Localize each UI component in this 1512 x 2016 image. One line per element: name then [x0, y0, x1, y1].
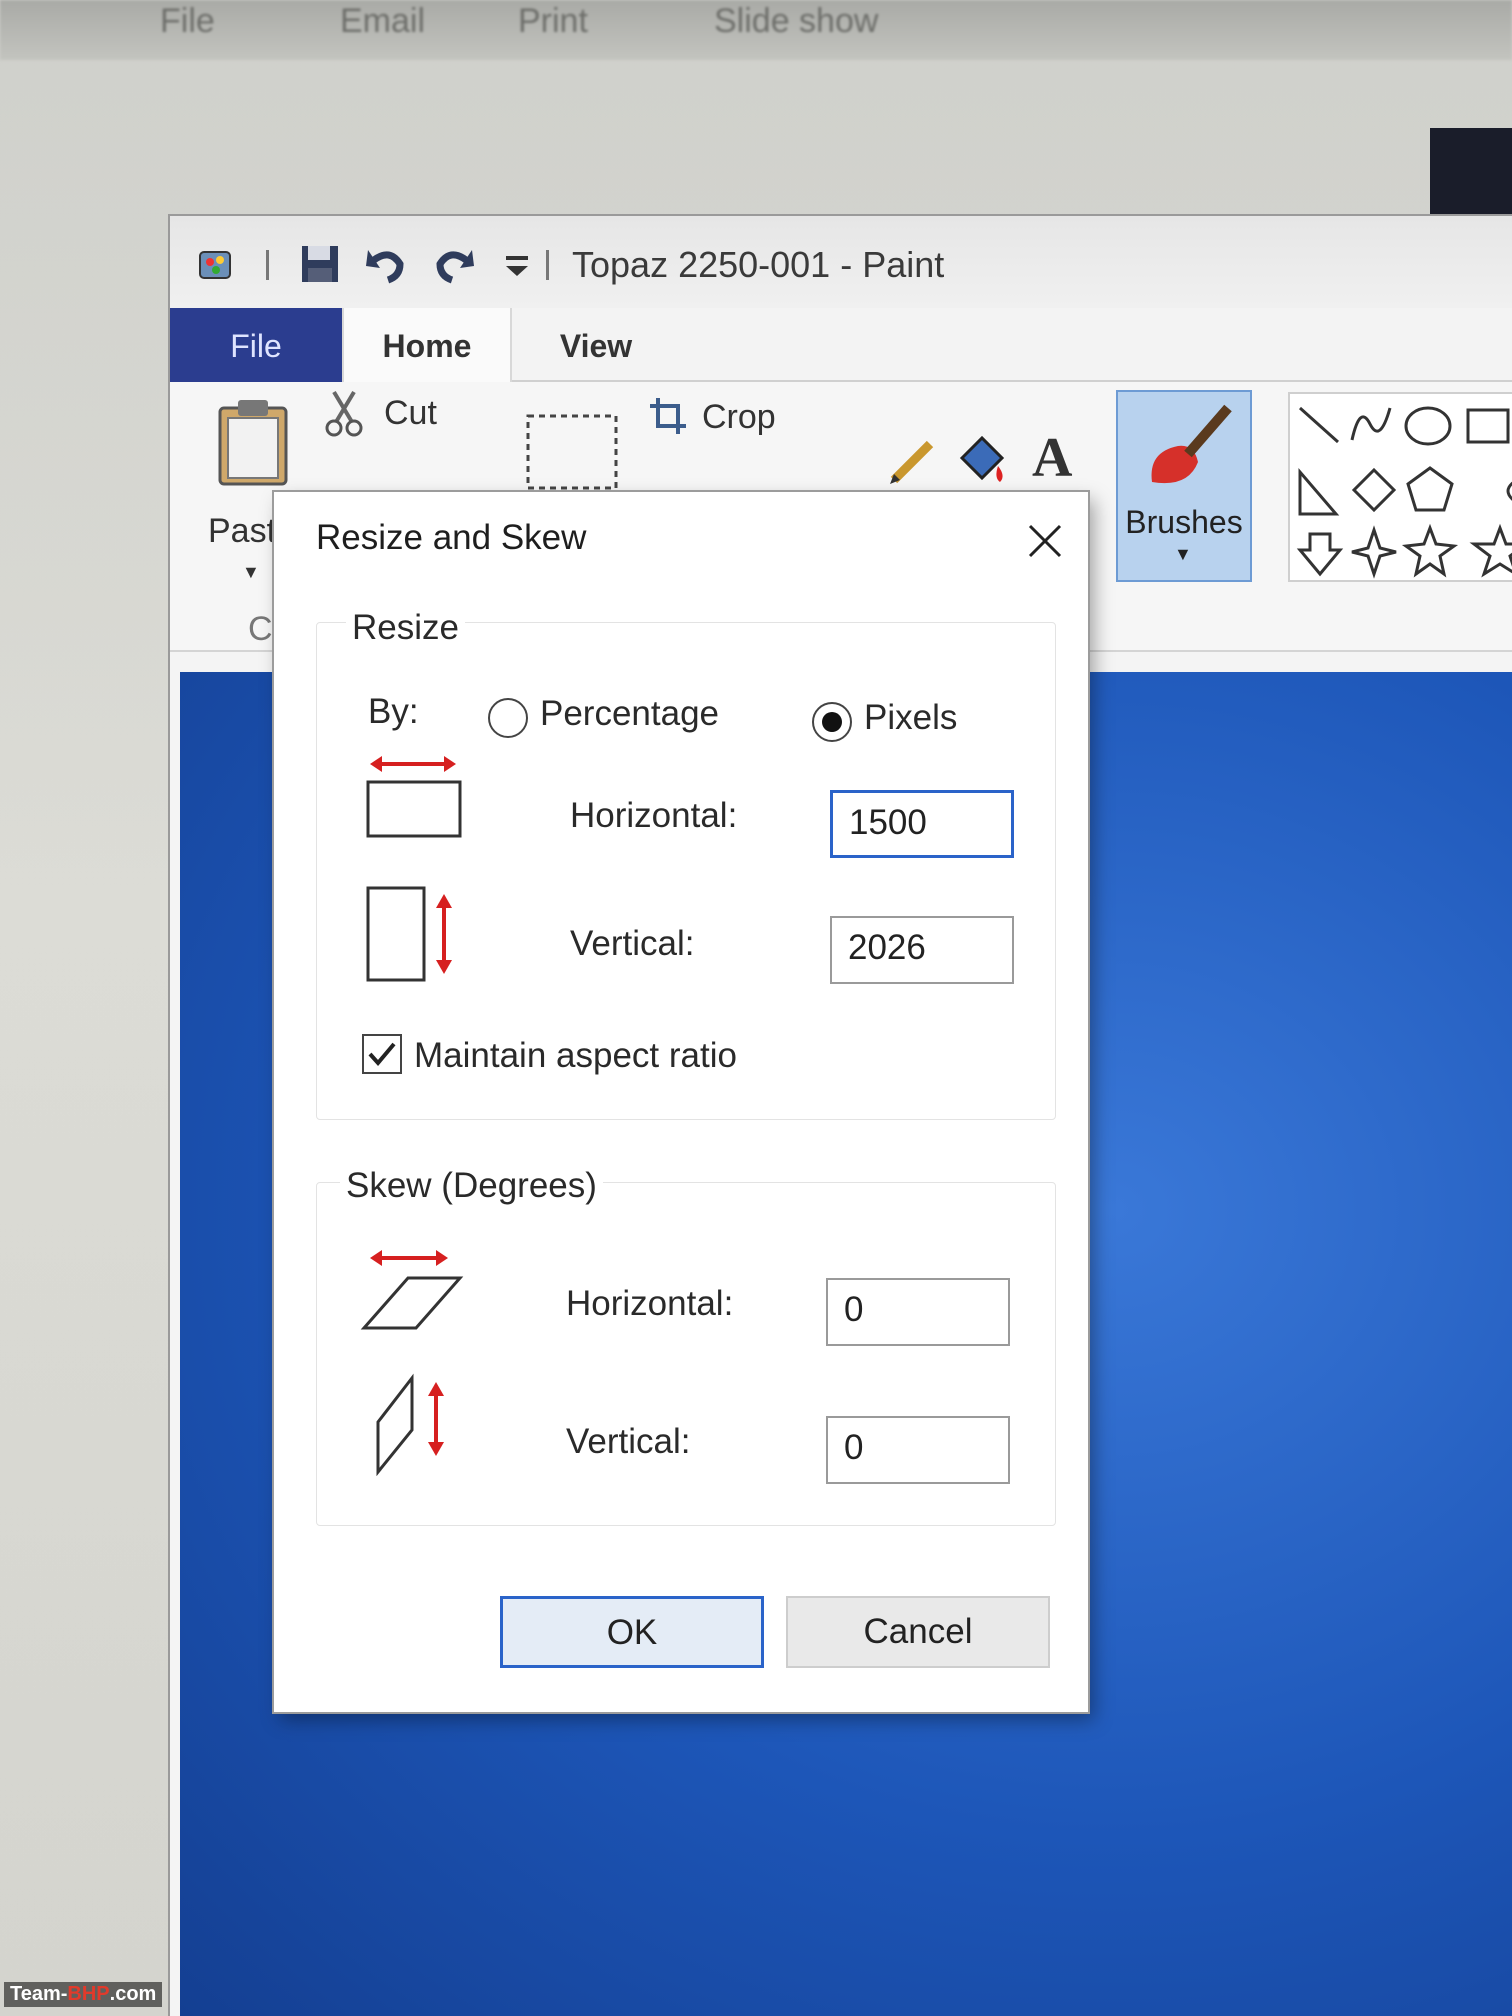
text-icon[interactable]: A	[1032, 426, 1072, 490]
scissors-icon[interactable]	[324, 390, 364, 438]
ok-button[interactable]: OK	[500, 1596, 764, 1668]
percentage-radio[interactable]	[488, 698, 528, 738]
skew-vertical-icon	[376, 1373, 444, 1476]
brushes-button[interactable]: Brushes ▼	[1116, 390, 1252, 582]
by-label: By:	[368, 692, 419, 731]
watermark-prefix: Team-	[10, 1983, 68, 2005]
skew-group-title: Skew (Degrees)	[340, 1166, 603, 1206]
maintain-aspect-label[interactable]: Maintain aspect ratio	[414, 1036, 737, 1076]
shapes-gallery[interactable]	[1288, 392, 1512, 582]
pixels-radio[interactable]	[812, 702, 852, 742]
watermark-brand: BHP	[67, 1983, 110, 2005]
tab-view[interactable]: View	[516, 308, 676, 382]
clipboard-icon[interactable]	[214, 398, 292, 488]
brush-icon	[1151, 404, 1232, 484]
resize-horizontal-label: Horizontal:	[570, 796, 738, 835]
watermark-suffix: .com	[109, 1983, 157, 2005]
cut-button[interactable]: Cut	[384, 394, 437, 433]
qa-separator	[266, 250, 269, 280]
paste-dropdown-arrow[interactable]: ▼	[242, 562, 260, 583]
resize-group-title: Resize	[346, 608, 465, 648]
paint-app-icon[interactable]	[194, 242, 238, 286]
skew-vertical-label: Vertical:	[566, 1422, 691, 1461]
bg-menu-slideshow: Slide show	[714, 2, 879, 40]
crop-icon[interactable]	[648, 396, 688, 436]
pencil-icon[interactable]	[886, 436, 938, 488]
pixels-label[interactable]: Pixels	[864, 698, 957, 738]
cancel-button[interactable]: Cancel	[786, 1596, 1050, 1668]
percentage-label[interactable]: Percentage	[540, 694, 719, 734]
crop-button[interactable]: Crop	[702, 398, 776, 437]
title-bar: Topaz 2250-001 - Paint	[170, 216, 1512, 308]
bg-menu-email: Email	[340, 2, 426, 40]
skew-horizontal-input[interactable]: 0	[826, 1278, 1010, 1346]
brushes-dropdown-arrow: ▼	[1174, 544, 1192, 564]
window-title: Topaz 2250-001 - Paint	[572, 244, 945, 285]
skew-vertical-input[interactable]: 0	[826, 1416, 1010, 1484]
skew-horizontal-icon	[360, 1250, 464, 1330]
resize-horizontal-icon	[366, 756, 462, 838]
bg-menu-print: Print	[518, 2, 588, 40]
resize-vertical-input[interactable]: 2026	[830, 916, 1014, 984]
qa-separator	[546, 250, 549, 280]
shapes-icons	[1296, 406, 1512, 579]
maintain-aspect-checkbox[interactable]	[362, 1034, 402, 1074]
select-icon[interactable]	[524, 412, 620, 492]
bg-menu-file: File	[160, 2, 215, 40]
ribbon-tabs: File Home View	[170, 308, 1512, 382]
undo-icon[interactable]	[364, 242, 408, 286]
tab-file[interactable]: File	[170, 308, 342, 382]
customize-dropdown-icon[interactable]	[496, 242, 540, 286]
checkmark-icon	[368, 1042, 396, 1067]
fill-icon[interactable]	[954, 432, 1010, 488]
resize-skew-dialog: Resize and Skew Resize By: Percentage Pi…	[274, 492, 1088, 1712]
resize-vertical-icon	[366, 886, 452, 982]
close-icon[interactable]	[1024, 520, 1066, 562]
resize-vertical-label: Vertical:	[570, 924, 695, 963]
dialog-title: Resize and Skew	[316, 518, 587, 557]
watermark: Team-BHP.com	[4, 1982, 163, 2007]
background-menu-bar: File Email Print Slide show	[0, 0, 1512, 60]
resize-horizontal-input[interactable]: 1500	[830, 790, 1014, 858]
tab-home[interactable]: Home	[342, 308, 512, 382]
redo-icon[interactable]	[432, 242, 476, 286]
save-icon[interactable]	[298, 242, 342, 286]
skew-horizontal-label: Horizontal:	[566, 1284, 734, 1323]
brushes-label: Brushes	[1125, 504, 1243, 540]
